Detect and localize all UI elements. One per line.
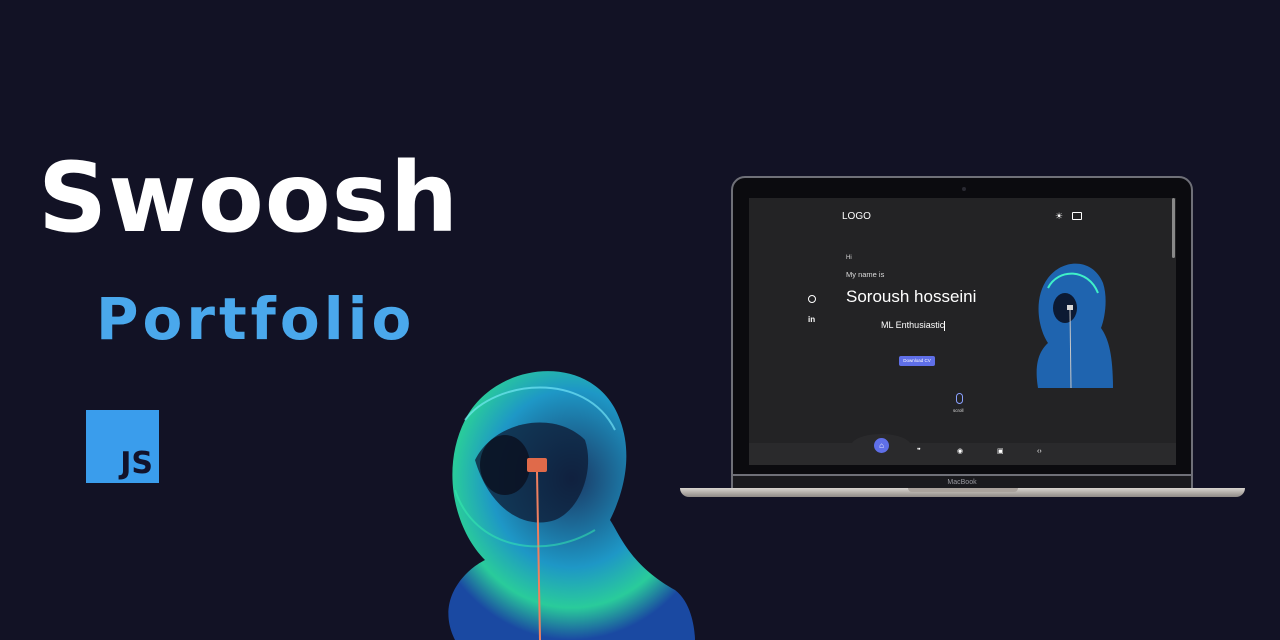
role-text: ML Enthusiastic (881, 320, 946, 331)
scroll-label: scroll (953, 408, 964, 413)
site-logo[interactable]: LOGO (842, 211, 871, 222)
typing-cursor (944, 320, 946, 331)
mouse-scroll-icon[interactable] (956, 393, 963, 404)
js-logo-text: JS (120, 446, 153, 481)
laptop-notch (908, 488, 1018, 492)
role-label: ML Enthusiastic (881, 320, 945, 330)
hero-title: Swoosh (38, 142, 460, 254)
laptop-brand: MacBook (947, 479, 977, 486)
intro-text: My name is (846, 270, 885, 279)
briefcase-icon[interactable]: ▣ (997, 448, 1004, 456)
js-logo: JS (86, 410, 159, 483)
home-icon[interactable]: ⌂ (874, 438, 889, 453)
scrollbar[interactable] (1172, 198, 1175, 258)
sun-icon[interactable]: ☀ (1055, 211, 1065, 221)
linkedin-icon[interactable]: in (808, 315, 815, 324)
hero-subtitle: Portfolio (96, 285, 416, 353)
webcam (962, 187, 966, 191)
brain-icon[interactable]: ◉ (957, 448, 963, 456)
quote-icon[interactable]: ❞ (917, 448, 921, 456)
person-name: Soroush hosseini (846, 287, 977, 306)
wireframe-head-illustration (448, 371, 695, 640)
portfolio-website-screen: LOGO ☀ in Hi My name is Soroush hosseini… (749, 198, 1176, 465)
profile-head-illustration (1036, 263, 1113, 388)
greeting-text: Hi (846, 255, 852, 261)
code-icon[interactable]: ‹› (1037, 448, 1042, 456)
flag-icon[interactable] (1072, 212, 1082, 220)
github-icon[interactable] (808, 295, 816, 303)
download-cv-button[interactable]: Download CV (899, 356, 935, 366)
